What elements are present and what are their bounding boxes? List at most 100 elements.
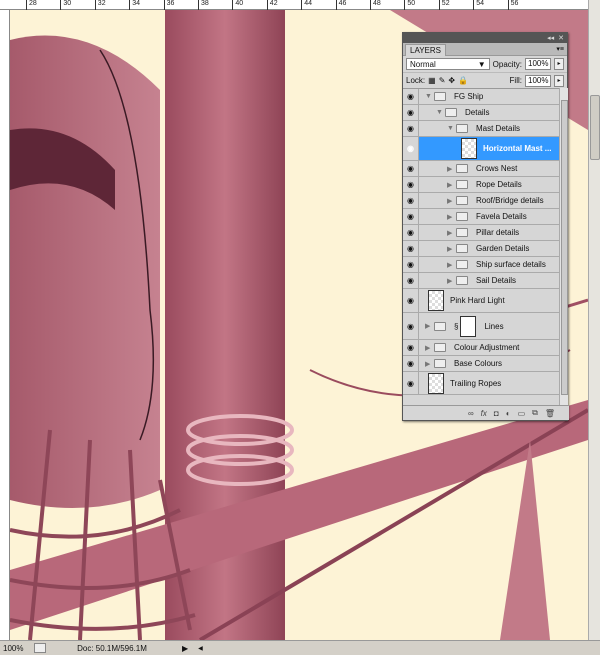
visibility-eye-icon[interactable]: ◉ — [403, 193, 419, 208]
collapsed-triangle-icon[interactable]: ▶ — [447, 197, 456, 205]
visibility-eye-icon[interactable]: ◉ — [403, 209, 419, 224]
folder-icon — [456, 164, 468, 173]
expanded-triangle-icon[interactable]: ▼ — [425, 93, 434, 100]
layer-row[interactable]: ◉ ▶ Ship surface details — [403, 257, 559, 273]
collapsed-triangle-icon[interactable]: ▶ — [447, 181, 456, 189]
collapsed-triangle-icon[interactable]: ▶ — [447, 277, 456, 285]
visibility-eye-icon[interactable]: ◉ — [403, 340, 419, 355]
scrollbar-thumb[interactable] — [590, 95, 600, 160]
trash-icon[interactable]: 🗑 — [545, 409, 555, 418]
layer-row[interactable]: ◉ ▼ Details — [403, 105, 559, 121]
close-icon[interactable]: ✕ — [558, 34, 564, 42]
fill-label: Fill: — [509, 76, 522, 85]
collapsed-triangle-icon[interactable]: ▶ — [425, 360, 434, 368]
opacity-input[interactable]: 100% — [525, 58, 551, 70]
collapsed-triangle-icon[interactable]: ▶ — [425, 322, 434, 330]
layer-name: Ship surface details — [476, 260, 546, 269]
layers-list: ◉ ▼ FG Ship ◉ ▼ Details ◉ ▼ Mast Details ◉ Horizon… — [403, 88, 559, 406]
layer-thumbnail — [461, 138, 477, 159]
collapsed-triangle-icon[interactable]: ▶ — [447, 261, 456, 269]
visibility-eye-icon[interactable]: ◉ — [403, 372, 419, 394]
adjustment-layer-icon[interactable]: ◐ — [506, 409, 511, 418]
layer-row[interactable]: ◉ ▶ Base Colours — [403, 356, 559, 372]
status-bar: 100% Doc: 50.1M/596.1M ▶ ◀ — [0, 640, 600, 655]
visibility-eye-icon[interactable]: ◉ — [403, 89, 419, 104]
collapsed-triangle-icon[interactable]: ▶ — [447, 229, 456, 237]
layer-row[interactable]: ◉ ▶ Garden Details — [403, 241, 559, 257]
layer-row[interactable]: ◉ ▶ Roof/Bridge details — [403, 193, 559, 209]
layer-row[interactable]: ◉ ▶ Favela Details — [403, 209, 559, 225]
layer-thumbnail — [428, 372, 444, 394]
layer-row[interactable]: ◉ ▶ Sail Details — [403, 273, 559, 289]
collapsed-triangle-icon[interactable]: ▶ — [425, 344, 434, 352]
hscroll-left-icon[interactable]: ◀ — [198, 645, 203, 652]
layer-row[interactable]: ◉ Trailing Ropes — [403, 372, 559, 395]
layer-name: FG Ship — [454, 92, 484, 101]
layer-row[interactable]: ◉ ▼ Mast Details — [403, 121, 559, 137]
layer-row[interactable]: ◉ ▶ § Lines — [403, 313, 559, 340]
visibility-eye-icon[interactable]: ◉ — [403, 137, 419, 160]
layer-name: Trailing Ropes — [450, 378, 502, 388]
layer-row[interactable]: ◉ Pink Hard Light — [403, 289, 559, 313]
layer-row[interactable]: ◉ ▶ Crows Nest — [403, 161, 559, 177]
visibility-eye-icon[interactable]: ◉ — [403, 225, 419, 240]
chevron-down-icon: ▼ — [477, 59, 486, 69]
layers-scrollbar-thumb[interactable] — [561, 100, 568, 395]
visibility-eye-icon[interactable]: ◉ — [403, 121, 419, 136]
panel-titlebar[interactable]: ◂◂ ✕ — [403, 33, 567, 43]
layer-row[interactable]: ◉ ▶ Colour Adjustment — [403, 340, 559, 356]
visibility-eye-icon[interactable]: ◉ — [403, 257, 419, 272]
layers-scrollbar[interactable] — [559, 88, 568, 406]
fill-input[interactable]: 100% — [525, 74, 551, 87]
collapsed-triangle-icon[interactable]: ▶ — [447, 213, 456, 221]
link-layers-icon[interactable]: ∞ — [468, 409, 474, 418]
ruler-label: 30 — [60, 0, 71, 10]
opacity-slider-button[interactable]: ▸ — [554, 58, 564, 70]
zoom-level[interactable]: 100% — [0, 644, 34, 653]
status-menu-arrow-icon[interactable]: ▶ — [182, 644, 188, 653]
visibility-eye-icon[interactable]: ◉ — [403, 289, 419, 312]
collapsed-triangle-icon[interactable]: ▶ — [447, 165, 456, 173]
visibility-eye-icon[interactable]: ◉ — [403, 241, 419, 256]
visibility-eye-icon[interactable]: ◉ — [403, 105, 419, 120]
new-group-icon[interactable]: ▭ — [518, 409, 526, 418]
layer-row[interactable]: ◉ ▶ Rope Details — [403, 177, 559, 193]
layer-name: Base Colours — [454, 359, 503, 368]
blend-mode-select[interactable]: Normal ▼ — [406, 58, 490, 70]
layer-name: Garden Details — [476, 244, 530, 253]
visibility-eye-icon[interactable]: ◉ — [403, 161, 419, 176]
vertical-ruler — [0, 10, 10, 640]
lock-pixels-icon[interactable]: ✎ — [439, 76, 446, 85]
lock-position-icon[interactable]: ✥ — [448, 76, 455, 85]
visibility-eye-icon[interactable]: ◉ — [403, 313, 419, 339]
collapse-icon[interactable]: ◂◂ — [547, 34, 554, 42]
expanded-triangle-icon[interactable]: ▼ — [436, 109, 445, 116]
vertical-scrollbar[interactable] — [588, 0, 600, 640]
fx-icon[interactable]: fx — [481, 409, 487, 418]
panel-menu-icon[interactable]: ▾≡ — [556, 45, 564, 53]
lock-transparency-icon[interactable]: ▦ — [428, 76, 436, 85]
visibility-eye-icon[interactable]: ◉ — [403, 177, 419, 192]
layer-row[interactable]: ◉ ▶ Pillar details — [403, 225, 559, 241]
folder-icon — [434, 92, 446, 101]
folder-icon — [456, 212, 468, 221]
visibility-eye-icon[interactable]: ◉ — [403, 273, 419, 288]
lock-all-icon[interactable]: 🔒 — [458, 76, 468, 85]
new-layer-icon[interactable]: ⧉ — [532, 408, 538, 418]
layer-row[interactable]: ◉ ▼ FG Ship — [403, 89, 559, 105]
expanded-triangle-icon[interactable]: ▼ — [447, 125, 456, 132]
layers-panel: ◂◂ ✕ LAYERS ▾≡ Normal ▼ Opacity: 100% ▸ Loc… — [402, 32, 569, 421]
folder-icon — [456, 196, 468, 205]
add-mask-icon[interactable]: ◘ — [494, 409, 499, 418]
folder-icon — [434, 359, 446, 368]
blend-mode-value: Normal — [410, 59, 436, 69]
visibility-eye-icon[interactable]: ◉ — [403, 356, 419, 371]
fill-slider-button[interactable]: ▸ — [554, 74, 564, 87]
layer-name: Rope Details — [476, 180, 522, 189]
export-icon[interactable] — [34, 643, 46, 653]
layer-row[interactable]: ◉ Horizontal Mast ... — [403, 137, 559, 161]
folder-icon — [456, 260, 468, 269]
layer-name: Horizontal Mast ... — [483, 144, 552, 153]
tab-layers[interactable]: LAYERS — [405, 44, 446, 56]
collapsed-triangle-icon[interactable]: ▶ — [447, 245, 456, 253]
